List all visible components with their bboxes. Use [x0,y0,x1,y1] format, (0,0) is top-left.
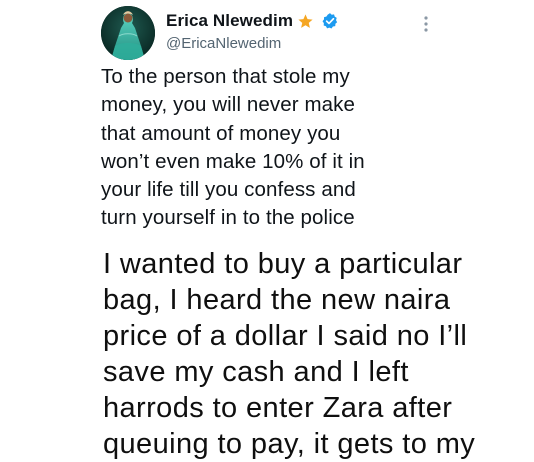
caption-text: I wanted to buy a particular bag, I hear… [103,248,476,460]
profile-photo-icon [101,6,155,60]
handle[interactable]: @EricaNlewedim [166,35,281,52]
more-vertical-icon[interactable] [422,14,430,34]
display-name[interactable]: Erica Nlewedim [166,11,293,31]
tweet-text: To the person that stole my money, you w… [101,65,365,230]
star-emoji-icon [297,13,314,30]
verified-badge-icon [321,12,339,30]
tweet-card[interactable]: Erica Nlewedim @EricaNlewedim To the per… [0,0,534,246]
name-row: Erica Nlewedim [166,9,339,33]
avatar[interactable] [101,6,155,60]
